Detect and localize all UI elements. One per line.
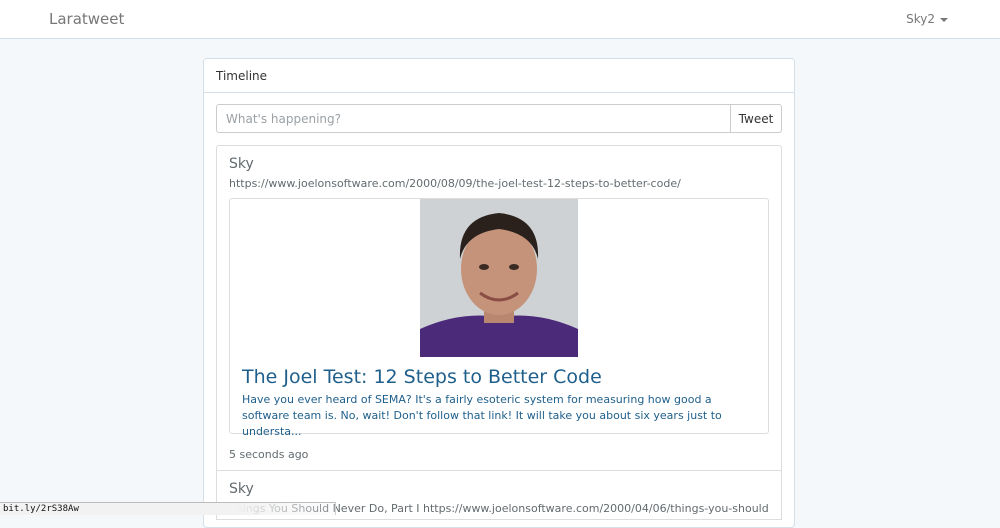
tweet-body[interactable]: https://www.joelonsoftware.com/2000/08/0… (229, 174, 769, 194)
caret-down-icon (940, 17, 948, 22)
tweet-button[interactable]: Tweet (731, 104, 782, 133)
tweet-author: Sky (229, 481, 254, 497)
link-preview-image[interactable] (420, 199, 578, 357)
user-name: Sky2 (906, 12, 935, 26)
tweet-author: Sky (229, 156, 254, 172)
timeline-panel: Timeline Tweet Sky https://www.joelonsof… (203, 58, 795, 528)
link-preview-card[interactable]: The Joel Test: 12 Steps to Better Code H… (229, 198, 769, 438)
panel-heading: Timeline (204, 59, 794, 93)
link-preview-title[interactable]: The Joel Test: 12 Steps to Better Code (242, 366, 602, 388)
compose-form: Tweet (216, 104, 782, 133)
link-preview-description: Have you ever heard of SEMA? It's a fair… (242, 393, 722, 438)
user-menu-dropdown[interactable]: Sky2 (906, 12, 948, 26)
tweet-item: Sky https://www.joelonsoftware.com/2000/… (216, 145, 782, 471)
brand-link[interactable]: Laratweet (49, 10, 124, 28)
navbar: Laratweet Sky2 (0, 0, 1000, 39)
tweet-timestamp: 5 seconds ago (229, 448, 309, 461)
tweet-input[interactable] (216, 104, 731, 133)
tweet-list: Sky https://www.joelonsoftware.com/2000/… (216, 145, 782, 520)
browser-status-bar: bit.ly/2rS38Aw (0, 502, 336, 515)
